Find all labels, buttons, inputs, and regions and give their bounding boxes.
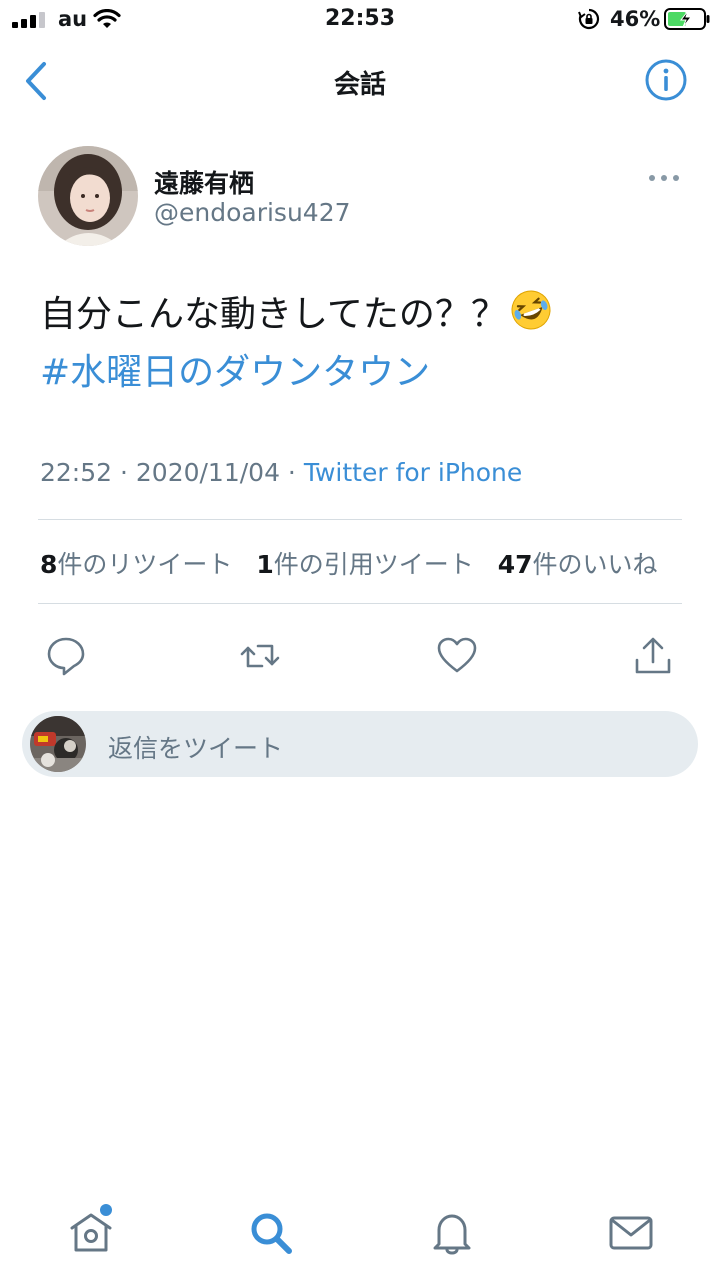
- tweet-source-link[interactable]: Twitter for iPhone: [304, 458, 522, 487]
- meta-separator: ·: [112, 458, 136, 487]
- quotes-stat[interactable]: 1件の引用ツイート: [256, 550, 473, 579]
- divider: [38, 519, 682, 520]
- author-handle[interactable]: @endoarisu427: [154, 198, 351, 227]
- notifications-bell-icon[interactable]: [427, 1208, 477, 1258]
- messages-mail-icon[interactable]: [606, 1208, 656, 1258]
- battery-percentage: 46%: [610, 7, 661, 31]
- author-display-name[interactable]: 遠藤有栖: [154, 164, 254, 200]
- navigation-bar: 会話: [0, 40, 720, 124]
- quotes-label: 件の引用ツイート: [273, 550, 474, 579]
- rofl-emoji-icon: [511, 290, 551, 330]
- search-icon[interactable]: [246, 1208, 296, 1258]
- retweets-stat[interactable]: 8件のリツイート: [40, 550, 232, 579]
- tweet-time: 22:52: [40, 458, 113, 487]
- reply-placeholder: 返信をツイート: [108, 734, 284, 763]
- info-icon[interactable]: [644, 58, 688, 102]
- home-notification-dot: [100, 1204, 112, 1216]
- like-heart-icon[interactable]: [435, 634, 479, 678]
- tweet-timestamp: 22:52 · 2020/11/04 · Twitter for iPhone: [40, 458, 522, 487]
- retweets-label: 件のリツイート: [57, 550, 233, 579]
- reply-composer[interactable]: 返信をツイート: [22, 711, 698, 777]
- tweet-stats: 8件のリツイート 1件の引用ツイート 47件のいいね: [40, 545, 674, 581]
- home-icon[interactable]: [66, 1208, 116, 1258]
- author-avatar[interactable]: [38, 146, 138, 246]
- likes-stat[interactable]: 47件のいいね: [498, 550, 658, 579]
- tweet-date: 2020/11/04: [135, 458, 280, 487]
- tweet-text: 自分こんな動きしてたの？？: [40, 294, 507, 335]
- signal-strength-icon: [12, 12, 45, 28]
- retweet-icon[interactable]: [238, 634, 282, 678]
- meta-separator: ·: [279, 458, 304, 487]
- quotes-count: 1: [256, 550, 274, 579]
- rotation-lock-icon: [578, 8, 600, 30]
- tweet-hashtag-link[interactable]: #水曜日のダウンタウン: [40, 344, 690, 402]
- retweets-count: 8: [40, 550, 58, 579]
- likes-count: 47: [497, 550, 533, 579]
- reply-icon[interactable]: [44, 634, 88, 678]
- battery-icon: [664, 8, 710, 30]
- page-title: 会話: [333, 70, 386, 100]
- more-options-icon[interactable]: [646, 168, 682, 188]
- current-user-avatar: [30, 716, 86, 772]
- share-icon[interactable]: [631, 634, 675, 678]
- wifi-icon: [93, 9, 121, 28]
- likes-label: 件のいいね: [532, 550, 658, 579]
- divider: [38, 603, 682, 604]
- status-bar: au 22:53 46%: [0, 0, 720, 40]
- carrier-name: au: [58, 7, 88, 31]
- tweet-body: 自分こんな動きしてたの？？ #水曜日のダウンタウン: [40, 286, 690, 402]
- back-chevron-icon[interactable]: [22, 60, 52, 102]
